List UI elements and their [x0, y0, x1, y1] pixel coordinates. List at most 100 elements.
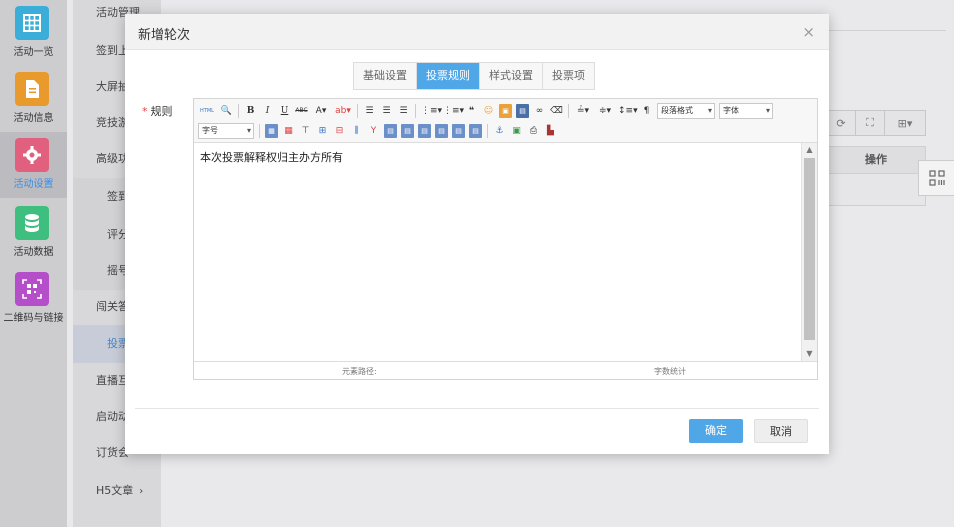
qrcode-icon	[15, 272, 49, 306]
submenu-item-h5-article[interactable]: H5文章 ›	[73, 472, 161, 510]
table-row	[826, 174, 926, 206]
direction-icon[interactable]: ¶	[640, 104, 653, 118]
print-icon[interactable]: ⎙	[527, 124, 540, 138]
rail-label: 活动一览	[13, 47, 54, 58]
preview-icon[interactable]: ▙	[544, 124, 557, 138]
icon-rail: 活动一览 活动信息 活动设置 活动数据 二维码与链接	[0, 0, 67, 527]
eraser-icon[interactable]: ⌫	[550, 104, 563, 118]
insert-row-icon[interactable]: ⊞	[316, 124, 329, 138]
toolbar-divider	[568, 104, 569, 118]
grid-float-icon[interactable]	[918, 160, 954, 196]
insert-column-icon[interactable]: ⫼	[350, 124, 363, 138]
rail-label: 二维码与链接	[3, 313, 64, 324]
toolbar-divider	[415, 104, 416, 118]
tab-style-settings[interactable]: 样式设置	[480, 63, 543, 89]
rail-label: 活动数据	[13, 247, 54, 258]
toolbar-divider	[238, 104, 239, 118]
editor-content[interactable]: 本次投票解释权归主办方所有	[194, 143, 802, 361]
scroll-down-icon[interactable]: ▼	[802, 347, 817, 361]
insert-table-icon[interactable]: ▦	[265, 124, 278, 138]
rules-label: * 规则	[142, 103, 173, 119]
dialog-title: 新增轮次	[138, 28, 191, 43]
submenu-item-label: H5文章	[96, 484, 134, 497]
underline-icon[interactable]: U	[278, 104, 291, 118]
table-header-operation: 操作	[826, 146, 926, 174]
tab-basic-settings[interactable]: 基础设置	[354, 63, 417, 89]
split-cells-icon[interactable]: ▤	[435, 124, 448, 138]
footer-divider	[135, 408, 819, 409]
rules-label-text: 规则	[150, 105, 173, 118]
highlight-icon[interactable]: ab▾	[334, 104, 352, 118]
strikethrough-icon[interactable]: ABC	[295, 104, 308, 118]
rail-label: 活动设置	[13, 179, 54, 190]
rail-item-activity-settings[interactable]: 活动设置	[0, 132, 67, 198]
blockquote-icon[interactable]: ❝	[465, 104, 478, 118]
align-left-icon[interactable]: ☰	[363, 104, 376, 118]
rail-item-activity-info[interactable]: 活动信息	[0, 66, 67, 132]
merge-cells-icon[interactable]: ▤	[384, 124, 397, 138]
paragraph-format-select[interactable]: 段落格式	[657, 103, 715, 119]
zoom-icon[interactable]: 🔍	[220, 104, 233, 118]
scroll-thumb[interactable]	[804, 158, 815, 340]
unordered-list-icon[interactable]: ⋮≡▾	[443, 104, 464, 118]
ordered-list-icon[interactable]: ⋮≡▾	[421, 104, 442, 118]
rich-text-editor: HTML 🔍 B I U ABC A▾ ab▾ ☰ ☰ ☰ ⋮≡▾ ⋮≡▾ ❝ …	[193, 98, 818, 380]
confirm-button[interactable]: 确定	[689, 419, 743, 443]
insert-caption-icon[interactable]: ⊤	[299, 124, 312, 138]
refresh-icon[interactable]: ⟳	[826, 110, 856, 136]
scroll-up-icon[interactable]: ▲	[802, 143, 817, 157]
image-icon[interactable]: ▣	[499, 104, 512, 118]
merge-right-icon[interactable]: ▤	[401, 124, 414, 138]
toolbar-divider	[259, 124, 260, 138]
editor-scrollbar[interactable]: ▲ ▼	[801, 143, 817, 361]
document-icon	[15, 72, 49, 106]
columns-dropdown-icon[interactable]: ⊞▾	[884, 110, 926, 136]
indent-icon[interactable]: ≟▾	[574, 104, 592, 118]
link-icon[interactable]: ∞	[533, 104, 546, 118]
font-size-select[interactable]: 字号	[198, 123, 254, 139]
toolbar-divider	[487, 124, 488, 138]
line-height-icon[interactable]: ↕≡▾	[618, 104, 638, 118]
close-icon[interactable]: ×	[802, 23, 815, 41]
dialog-tabs: 基础设置 投票规则 样式设置 投票项	[353, 62, 595, 90]
database-icon	[15, 206, 49, 240]
align-center-icon[interactable]: ☰	[380, 104, 393, 118]
grid-icon	[15, 6, 49, 40]
delete-table-icon[interactable]: ▦	[282, 124, 295, 138]
chevron-right-icon: ›	[139, 486, 144, 497]
gear-icon	[15, 138, 49, 172]
required-mark: *	[142, 105, 148, 118]
cancel-button[interactable]: 取消	[754, 419, 808, 443]
italic-icon[interactable]: I	[261, 104, 274, 118]
font-family-select[interactable]: 字体	[719, 103, 773, 119]
editor-toolbar: HTML 🔍 B I U ABC A▾ ab▾ ☰ ☰ ☰ ⋮≡▾ ⋮≡▾ ❝ …	[194, 99, 817, 143]
align-right-icon[interactable]: ☰	[397, 104, 410, 118]
rail-item-qrcode-links[interactable]: 二维码与链接	[0, 266, 67, 332]
tab-vote-items[interactable]: 投票项	[543, 63, 594, 89]
editor-statusbar: 元素路径: 字数统计	[194, 361, 817, 379]
anchor-icon[interactable]: ⚓	[493, 124, 506, 138]
rail-label: 活动信息	[13, 113, 54, 124]
background-divider	[829, 30, 946, 31]
fullscreen-icon[interactable]: ⛶	[855, 110, 885, 136]
split-columns-icon[interactable]: ▤	[469, 124, 482, 138]
paragraph-spacing-icon[interactable]: ≑▾	[596, 104, 614, 118]
emoji-icon[interactable]: ☺	[482, 104, 495, 118]
rail-item-activity-data[interactable]: 活动数据	[0, 200, 67, 266]
template-icon[interactable]: ▤	[516, 104, 529, 118]
split-rows-icon[interactable]: ▤	[452, 124, 465, 138]
dialog-header: 新增轮次 ×	[125, 14, 829, 50]
tab-vote-rules[interactable]: 投票规则	[417, 63, 480, 89]
merge-down-icon[interactable]: ▤	[418, 124, 431, 138]
element-path-label: 元素路径:	[342, 367, 377, 376]
toolbar-divider	[357, 104, 358, 118]
html-source-icon[interactable]: HTML	[198, 104, 216, 118]
delete-column-icon[interactable]: Y	[367, 124, 380, 138]
insert-image-icon[interactable]: ▣	[510, 124, 523, 138]
font-color-icon[interactable]: A▾	[312, 104, 330, 118]
word-count-label: 字数统计	[654, 367, 686, 376]
add-round-dialog: 新增轮次 × 基础设置 投票规则 样式设置 投票项 * 规则 HTML 🔍 B I…	[125, 14, 829, 454]
rail-item-activity-list[interactable]: 活动一览	[0, 0, 67, 66]
delete-row-icon[interactable]: ⊟	[333, 124, 346, 138]
bold-icon[interactable]: B	[244, 104, 257, 118]
